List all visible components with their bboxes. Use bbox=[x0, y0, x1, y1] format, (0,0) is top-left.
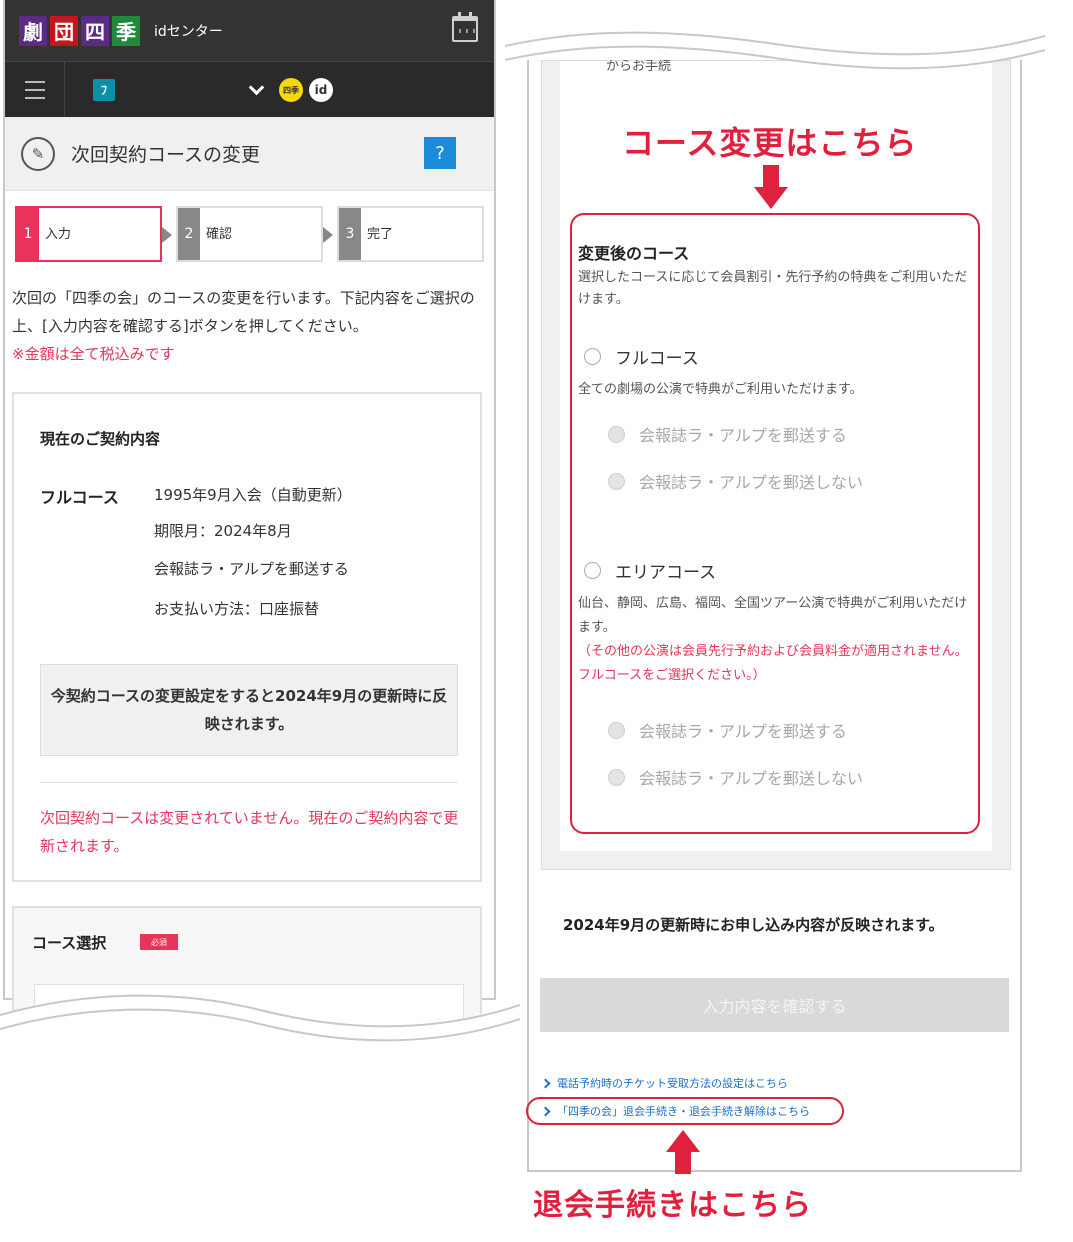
full-course-label: フルコース bbox=[615, 349, 699, 369]
logo-char: 団 bbox=[50, 15, 78, 46]
top-bar: 劇 団 四 季 idセンター bbox=[5, 0, 494, 61]
shiki-member-badge[interactable]: 四季 bbox=[279, 78, 303, 102]
chevron-down-icon[interactable] bbox=[248, 79, 265, 96]
confirm-input-button[interactable]: 入力内容を確認する bbox=[540, 978, 1009, 1032]
step-arrow-icon bbox=[162, 227, 172, 243]
step-label: 確認 bbox=[206, 226, 233, 242]
full-mail-radio[interactable] bbox=[608, 425, 625, 443]
step-complete: 3 完了 bbox=[337, 206, 484, 262]
step-number: 1 bbox=[17, 208, 39, 260]
logo-char: 劇 bbox=[19, 15, 47, 46]
course-select-title: コース選択 bbox=[32, 934, 107, 952]
course-select-inner bbox=[34, 984, 464, 1034]
calendar-icon[interactable] bbox=[452, 12, 478, 42]
area-course-warning: （その他の公演は会員先行予約および会員料金が適用されません。フルコースをご選択く… bbox=[578, 644, 968, 683]
area-course-label: エリアコース bbox=[615, 563, 717, 583]
logo-char: 四 bbox=[81, 15, 109, 46]
full-course-option[interactable]: フルコース bbox=[584, 344, 699, 369]
step-indicator: 1 入力 2 確認 3 完了 bbox=[15, 206, 498, 262]
nav-bar: ﾌ 四季 id bbox=[5, 61, 494, 117]
area-mail-option[interactable]: 会報誌ラ・アルプを郵送する bbox=[608, 718, 847, 742]
logo-char: 季 bbox=[112, 15, 140, 46]
area-course-radio[interactable] bbox=[584, 562, 601, 579]
reflect-notice: 2024年9月の更新時にお申し込み内容が反映されます。 bbox=[563, 916, 944, 934]
withdraw-highlight bbox=[526, 1097, 844, 1125]
area-course-desc-text: 仙台、静岡、広島、福岡、全国ツアー公演で特典がご利用いただけます。 bbox=[578, 596, 968, 635]
account-icon[interactable]: ﾌ bbox=[93, 78, 115, 101]
unchanged-warning: 次回契約コースは変更されていません。現在のご契約内容で更新されます。 bbox=[40, 809, 459, 855]
step-confirm: 2 確認 bbox=[176, 206, 333, 262]
cut-off-text: からお手続 bbox=[606, 60, 672, 74]
course-change-annotation: コース変更はこちら bbox=[622, 124, 918, 162]
contract-line: 期限月：2024年8月 bbox=[154, 522, 292, 540]
area-nomail-radio[interactable] bbox=[608, 768, 625, 786]
hamburger-icon[interactable] bbox=[5, 62, 65, 117]
tax-note: ※金額は全て税込みです bbox=[12, 345, 175, 363]
ticket-setting-link[interactable]: 電話予約時のチケット受取方法の設定はこちら bbox=[540, 1075, 788, 1091]
intro-description: 次回の「四季の会」のコースの変更を行います。下記内容をご選択の上、[入力内容を確… bbox=[12, 289, 475, 335]
withdraw-annotation: 退会手続きはこちら bbox=[533, 1188, 812, 1223]
area-course-option[interactable]: エリアコース bbox=[584, 558, 716, 583]
area-mail-radio[interactable] bbox=[608, 721, 625, 739]
divider bbox=[40, 782, 458, 783]
course-select-card: コース選択 必須 bbox=[12, 906, 482, 1034]
step-arrow-icon bbox=[323, 227, 333, 243]
full-mail-option[interactable]: 会報誌ラ・アルプを郵送する bbox=[608, 422, 847, 446]
step-input: 1 入力 bbox=[15, 206, 172, 262]
current-contract-title: 現在のご契約内容 bbox=[40, 430, 161, 448]
page-header: ✎ 次回契約コースの変更 ? bbox=[5, 117, 494, 191]
arrow-up-icon bbox=[666, 1130, 700, 1176]
edit-icon: ✎ bbox=[21, 136, 55, 171]
current-plan-name: フルコース bbox=[40, 488, 119, 507]
id-badge[interactable]: id bbox=[309, 78, 333, 102]
area-nomail-option[interactable]: 会報誌ラ・アルプを郵送しない bbox=[608, 765, 863, 789]
site-title: idセンター bbox=[154, 23, 223, 40]
area-nomail-label: 会報誌ラ・アルプを郵送しない bbox=[639, 769, 863, 788]
contract-line: 会報誌ラ・アルプを郵送する bbox=[154, 560, 349, 578]
step-label: 入力 bbox=[45, 226, 72, 242]
required-badge: 必須 bbox=[140, 934, 178, 950]
intro-text: 次回の「四季の会」のコースの変更を行います。下記内容をご選択の上、[入力内容を確… bbox=[12, 284, 482, 368]
arrow-down-icon bbox=[754, 165, 788, 211]
full-nomail-option[interactable]: 会報誌ラ・アルプを郵送しない bbox=[608, 469, 863, 493]
full-course-radio[interactable] bbox=[584, 348, 601, 365]
area-mail-label: 会報誌ラ・アルプを郵送する bbox=[639, 722, 847, 741]
contract-line: お支払い方法：口座振替 bbox=[154, 600, 320, 618]
full-nomail-label: 会報誌ラ・アルプを郵送しない bbox=[639, 473, 863, 492]
page-title: 次回契約コースの変更 bbox=[71, 144, 261, 166]
area-course-description: 仙台、静岡、広島、福岡、全国ツアー公演で特典がご利用いただけます。 （その他の公… bbox=[578, 592, 970, 688]
new-course-description: 選択したコースに応じて会員割引・先行予約の特典をご利用いただけます。 bbox=[578, 270, 968, 307]
full-mail-label: 会報誌ラ・アルプを郵送する bbox=[639, 426, 847, 445]
new-course-title: 変更後のコース bbox=[578, 244, 690, 263]
current-contract-card: 現在のご契約内容 フルコース 1995年9月入会（自動更新） 期限月：2024年… bbox=[12, 392, 482, 882]
shiki-logo[interactable]: 劇 団 四 季 bbox=[19, 15, 140, 46]
contract-line: 1995年9月入会（自動更新） bbox=[154, 486, 352, 504]
step-label: 完了 bbox=[367, 226, 394, 242]
step-number: 2 bbox=[178, 208, 200, 260]
ticket-setting-link-text[interactable]: 電話予約時のチケット受取方法の設定はこちら bbox=[557, 1075, 788, 1091]
full-course-description: 全ての劇場の公演で特典がご利用いただけます。 bbox=[578, 382, 863, 397]
chevron-right-icon bbox=[540, 1078, 551, 1088]
step-number: 3 bbox=[339, 208, 361, 260]
help-button[interactable]: ? bbox=[424, 137, 456, 169]
full-nomail-radio[interactable] bbox=[608, 472, 625, 490]
update-notice: 今契約コースの変更設定をすると2024年9月の更新時に反映されます。 bbox=[40, 664, 458, 756]
